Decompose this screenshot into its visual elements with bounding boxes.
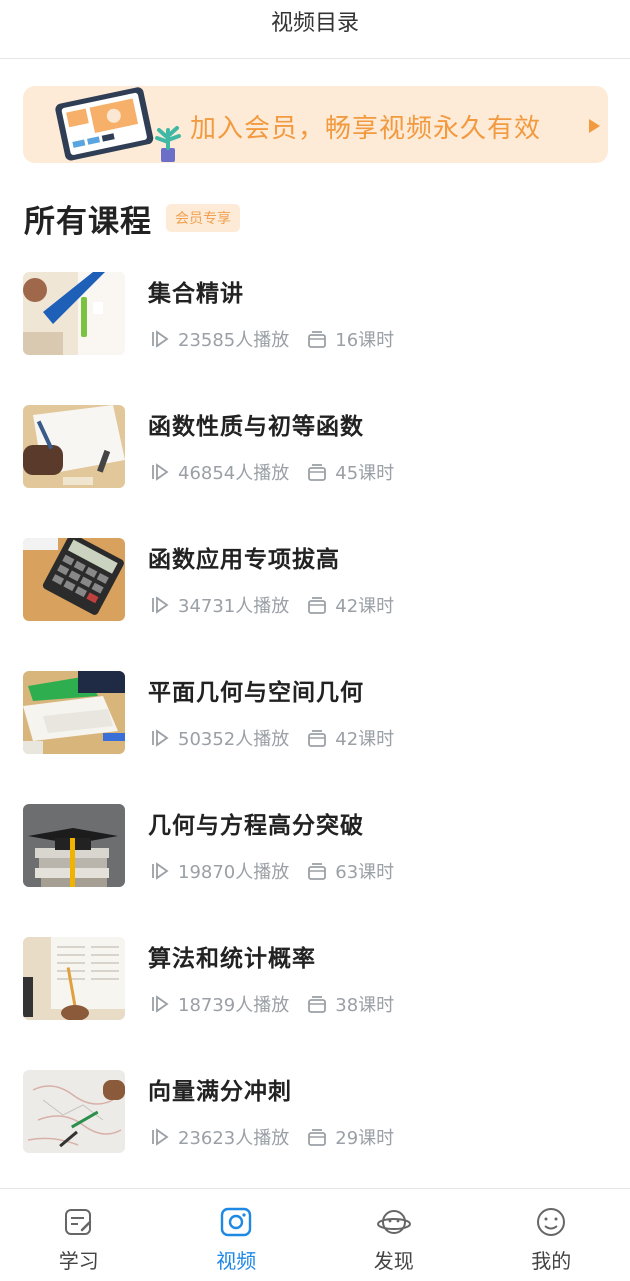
- play-count-icon: [150, 329, 170, 349]
- lessons-icon: [307, 994, 327, 1014]
- course-item[interactable]: 向量满分冲刺 23623人播放 29课时: [0, 1070, 630, 1182]
- play-count-icon: [150, 728, 170, 748]
- lesson-count: 16课时: [335, 326, 394, 352]
- lesson-count: 42课时: [335, 592, 394, 618]
- lessons-icon: [307, 728, 327, 748]
- play-arrow-icon: [589, 119, 600, 133]
- lessons-icon: [307, 329, 327, 349]
- course-meta: 19870人播放 63课时: [150, 858, 394, 884]
- planet-icon: [377, 1205, 411, 1239]
- course-title: 算法和统计概率: [148, 939, 316, 973]
- course-title: 集合精讲: [148, 274, 244, 308]
- course-thumbnail: [23, 937, 125, 1020]
- tab-study-label: 学习: [59, 1245, 99, 1274]
- lessons-icon: [307, 861, 327, 881]
- page-title: 视频目录: [271, 5, 359, 37]
- play-count-icon: [150, 1127, 170, 1147]
- play-count: 23623人播放: [178, 1124, 289, 1150]
- lesson-count: 29课时: [335, 1124, 394, 1150]
- member-badge: 会员专享: [166, 204, 240, 232]
- course-title: 向量满分冲刺: [148, 1072, 292, 1106]
- course-thumbnail: [23, 1070, 125, 1153]
- top-bar: 视频目录: [0, 0, 630, 59]
- notepad-icon: [62, 1205, 96, 1239]
- course-meta: 23623人播放 29课时: [150, 1124, 394, 1150]
- tab-video[interactable]: 视频: [158, 1189, 316, 1281]
- lessons-icon: [307, 595, 327, 615]
- play-count: 19870人播放: [178, 858, 289, 884]
- course-thumbnail: [23, 671, 125, 754]
- course-thumbnail: [23, 272, 125, 355]
- course-meta: 46854人播放 45课时: [150, 459, 394, 485]
- course-item[interactable]: 算法和统计概率 18739人播放 38课时: [0, 937, 630, 1049]
- play-count: 18739人播放: [178, 991, 289, 1017]
- smiley-icon: [534, 1205, 568, 1239]
- lessons-icon: [307, 1127, 327, 1147]
- lessons-icon: [307, 462, 327, 482]
- play-count-icon: [150, 994, 170, 1014]
- camera-icon: [219, 1205, 253, 1239]
- play-count: 34731人播放: [178, 592, 289, 618]
- tab-mine-label: 我的: [531, 1245, 571, 1274]
- course-title: 平面几何与空间几何: [148, 673, 364, 707]
- lesson-count: 63课时: [335, 858, 394, 884]
- tab-video-label: 视频: [216, 1245, 256, 1274]
- tab-discover-label: 发现: [374, 1245, 414, 1274]
- course-meta: 23585人播放 16课时: [150, 326, 394, 352]
- play-count: 23585人播放: [178, 326, 289, 352]
- play-count: 46854人播放: [178, 459, 289, 485]
- membership-banner[interactable]: 加入会员，畅享视频永久有效: [23, 86, 608, 163]
- play-count-icon: [150, 861, 170, 881]
- play-count-icon: [150, 595, 170, 615]
- course-item[interactable]: 平面几何与空间几何 50352人播放 42课时: [0, 671, 630, 783]
- lesson-count: 45课时: [335, 459, 394, 485]
- course-thumbnail: [23, 405, 125, 488]
- course-title: 函数性质与初等函数: [148, 407, 364, 441]
- section-header: 所有课程 会员专享: [24, 196, 240, 240]
- course-title: 函数应用专项拔高: [148, 540, 340, 574]
- course-meta: 18739人播放 38课时: [150, 991, 394, 1017]
- tab-mine[interactable]: 我的: [473, 1189, 630, 1281]
- course-thumbnail: [23, 804, 125, 887]
- course-meta: 34731人播放 42课时: [150, 592, 394, 618]
- lesson-count: 38课时: [335, 991, 394, 1017]
- course-item[interactable]: 几何与方程高分突破 19870人播放 63课时: [0, 804, 630, 916]
- banner-text: 加入会员，畅享视频永久有效: [190, 108, 541, 145]
- tab-discover[interactable]: 发现: [315, 1189, 473, 1281]
- course-item[interactable]: 函数性质与初等函数 46854人播放 45课时: [0, 405, 630, 517]
- play-count-icon: [150, 462, 170, 482]
- course-meta: 50352人播放 42课时: [150, 725, 394, 751]
- course-thumbnail: [23, 538, 125, 621]
- course-item[interactable]: 函数应用专项拔高 34731人播放 42课时: [0, 538, 630, 650]
- course-item[interactable]: 集合精讲 23585人播放 16课时: [0, 272, 630, 384]
- bottom-tab-bar: 学习 视频 发现 我的: [0, 1188, 630, 1281]
- section-title: 所有课程: [24, 196, 152, 241]
- tab-study[interactable]: 学习: [0, 1189, 158, 1281]
- lesson-count: 42课时: [335, 725, 394, 751]
- course-title: 几何与方程高分突破: [148, 806, 364, 840]
- banner-illustration: [39, 86, 189, 163]
- play-count: 50352人播放: [178, 725, 289, 751]
